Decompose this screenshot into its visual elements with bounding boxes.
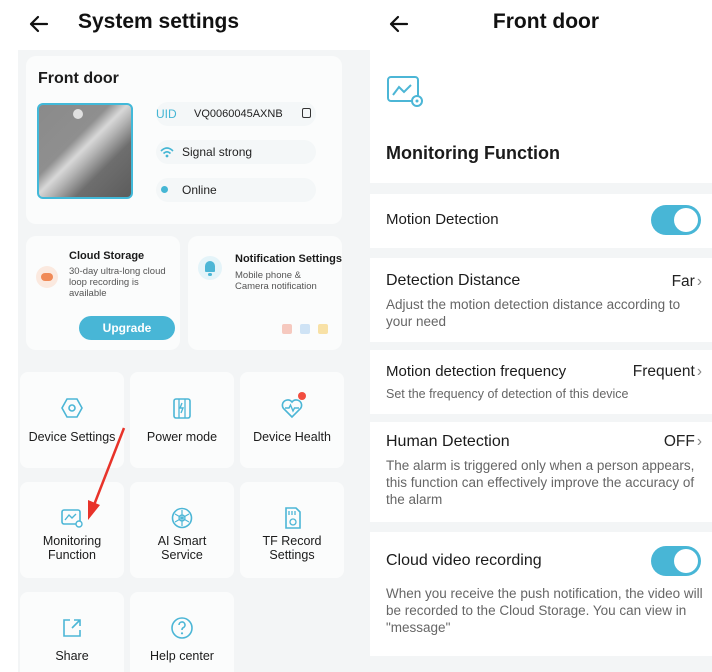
tile-label: Device Settings bbox=[28, 430, 116, 444]
chevron-right-icon: › bbox=[696, 363, 702, 380]
row-value-text: Far bbox=[671, 273, 695, 290]
section-title: Monitoring Function bbox=[386, 143, 560, 163]
notification-settings-title: Notification Settings bbox=[235, 253, 342, 265]
uid-label: UID bbox=[156, 107, 177, 121]
back-arrow-icon[interactable] bbox=[26, 11, 52, 37]
cloud-storage-title: Cloud Storage bbox=[69, 250, 145, 262]
monitoring-header: Monitoring Function bbox=[370, 50, 712, 183]
tile-label-line1: Monitoring bbox=[42, 534, 102, 548]
signal-text: Signal strong bbox=[182, 145, 253, 159]
tile-device-settings[interactable]: Device Settings bbox=[20, 372, 124, 468]
message-mini-icon bbox=[318, 324, 328, 334]
battery-icon bbox=[173, 398, 191, 419]
row-human-detection[interactable]: Human Detection OFF › The alarm is trigge… bbox=[370, 422, 712, 522]
upgrade-button[interactable]: Upgrade bbox=[79, 316, 175, 340]
row-label: Motion detection frequency bbox=[386, 363, 567, 380]
row-motion-detection: Motion Detection bbox=[370, 194, 712, 248]
ceiling-light-graphic bbox=[73, 109, 83, 119]
row-cloud-video-recording: Cloud video recording When you receive t… bbox=[370, 532, 712, 656]
sd-card-icon bbox=[285, 507, 301, 529]
device-card: Front door UID VQ0060045AXNB Signal stro… bbox=[26, 56, 342, 224]
monitoring-settings-screen: Front door Monitoring Function Motion De… bbox=[356, 0, 712, 672]
cloud-recording-toggle[interactable] bbox=[651, 546, 701, 576]
tile-label-line2: Settings bbox=[269, 548, 315, 562]
row-label: Human Detection bbox=[386, 433, 510, 450]
signal-pill: Signal strong bbox=[156, 140, 316, 164]
tile-help-center[interactable]: Help center bbox=[130, 592, 234, 672]
alert-dot-icon bbox=[298, 392, 306, 400]
online-dot-icon bbox=[161, 186, 168, 193]
notification-settings-desc: Mobile phone & Camera notification bbox=[235, 270, 317, 292]
alarm-mini-icon bbox=[282, 324, 292, 334]
share-icon bbox=[63, 619, 81, 637]
uid-value: VQ0060045AXNB bbox=[194, 108, 283, 120]
tile-label-line1: AI Smart bbox=[157, 534, 207, 548]
tile-monitoring-function[interactable]: Monitoring Function bbox=[20, 482, 124, 578]
notification-settings-card[interactable]: Notification Settings Mobile phone & Cam… bbox=[188, 236, 342, 350]
tile-label-line2: Function bbox=[48, 548, 96, 562]
row-detection-frequency[interactable]: Motion detection frequency Frequent › Set… bbox=[370, 350, 712, 414]
tile-device-health[interactable]: Device Health bbox=[240, 372, 344, 468]
cloud-icon bbox=[36, 266, 58, 288]
uid-pill: UID VQ0060045AXNB bbox=[156, 102, 316, 126]
motion-detection-toggle[interactable] bbox=[651, 205, 701, 235]
monitoring-icon bbox=[61, 509, 83, 528]
status-pill: Online bbox=[156, 178, 316, 202]
device-name: Front door bbox=[38, 70, 119, 87]
ai-globe-icon bbox=[171, 507, 193, 529]
help-icon bbox=[171, 617, 193, 639]
chevron-right-icon: › bbox=[696, 433, 702, 450]
row-description: The alarm is triggered only when a perso… bbox=[386, 458, 695, 507]
page-title: Front door bbox=[492, 10, 600, 33]
wifi-icon bbox=[160, 147, 174, 158]
status-text: Online bbox=[182, 183, 217, 197]
row-value: OFF › bbox=[664, 433, 702, 451]
row-label: Detection Distance bbox=[386, 272, 521, 289]
row-description: When you receive the push notification, … bbox=[386, 586, 703, 635]
bell-icon bbox=[198, 256, 222, 280]
hexagon-settings-icon bbox=[61, 398, 83, 418]
row-detection-distance[interactable]: Detection Distance Far › Adjust the motio… bbox=[370, 258, 712, 342]
row-label: Motion Detection bbox=[386, 211, 499, 228]
chevron-right-icon: › bbox=[696, 273, 702, 290]
camera-thumbnail[interactable] bbox=[37, 103, 133, 199]
copy-icon[interactable] bbox=[302, 108, 311, 118]
row-value: Frequent › bbox=[633, 363, 702, 381]
cloud-storage-desc: 30-day ultra-long cloud loop recording i… bbox=[69, 266, 166, 299]
tile-tf-record-settings[interactable]: TF Record Settings bbox=[240, 482, 344, 578]
system-settings-screen: System settings Front door UID VQ0060045… bbox=[0, 0, 356, 672]
tile-share[interactable]: Share bbox=[20, 592, 124, 672]
row-description: Adjust the motion detection distance acc… bbox=[386, 297, 681, 329]
tile-label: Power mode bbox=[146, 430, 218, 444]
person-mini-icon bbox=[300, 324, 310, 334]
tile-ai-smart-service[interactable]: AI Smart Service bbox=[130, 482, 234, 578]
tile-label-line1: TF Record bbox=[262, 534, 322, 548]
tile-power-mode[interactable]: Power mode bbox=[130, 372, 234, 468]
row-value-text: Frequent bbox=[632, 363, 695, 380]
top-bar: Front door bbox=[356, 0, 712, 50]
monitoring-icon bbox=[387, 76, 423, 107]
tile-label: Help center bbox=[150, 649, 214, 663]
top-bar: System settings bbox=[0, 0, 356, 50]
tile-label: Device Health bbox=[253, 430, 331, 444]
tile-label: Share bbox=[55, 649, 89, 663]
row-value-text: OFF bbox=[663, 433, 695, 450]
row-description: Set the frequency of detection of this d… bbox=[386, 387, 629, 401]
cloud-storage-card[interactable]: Cloud Storage 30-day ultra-long cloud lo… bbox=[26, 236, 180, 350]
row-value: Far › bbox=[672, 273, 702, 291]
row-label: Cloud video recording bbox=[386, 552, 542, 569]
page-title: System settings bbox=[78, 10, 240, 33]
tile-label-line2: Service bbox=[161, 548, 203, 562]
